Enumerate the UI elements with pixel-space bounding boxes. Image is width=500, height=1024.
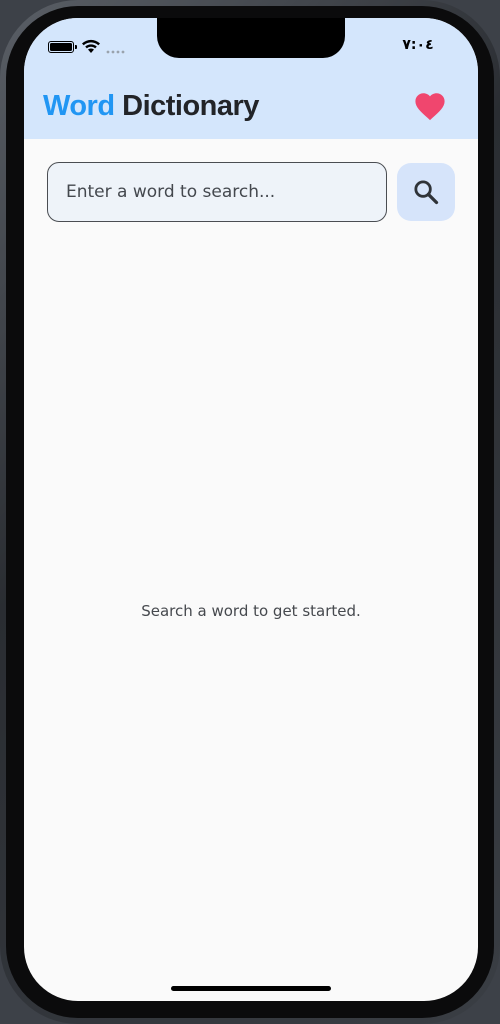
device-frame: ٧:٠٤ Word Dictionary Search a word to ge… [0,0,500,1024]
home-indicator[interactable] [171,986,331,991]
favorites-button[interactable] [410,88,450,124]
app-title: Word Dictionary [43,90,259,123]
empty-state-message: Search a word to get started. [141,602,361,620]
search-icon [414,180,439,205]
app-screen: ٧:٠٤ Word Dictionary Search a word to ge… [24,18,478,1001]
search-input[interactable] [47,162,387,222]
app-title-word: Word [43,90,115,122]
camera-notch [157,18,345,58]
battery-icon [48,41,77,53]
status-time: ٧:٠٤ [402,37,434,53]
search-button[interactable] [397,163,455,221]
app-bar: ٧:٠٤ Word Dictionary [24,18,478,139]
wifi-icon [82,39,100,53]
app-title-dictionary: Dictionary [114,90,259,122]
heart-icon [415,93,445,121]
cellular-signal-icon [106,50,125,54]
